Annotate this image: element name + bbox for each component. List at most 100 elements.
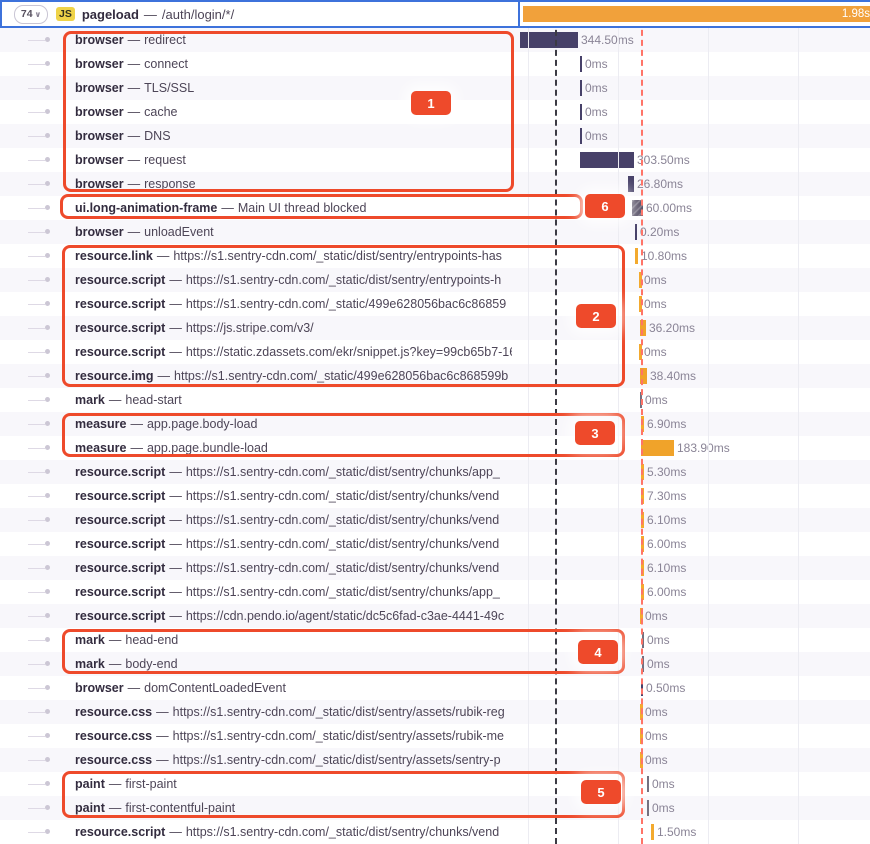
span-row[interactable]: resource.script—https://s1.sentry-cdn.co… bbox=[0, 556, 870, 580]
span-bar[interactable] bbox=[641, 464, 644, 480]
span-label: resource.css—https://s1.sentry-cdn.com/_… bbox=[0, 724, 512, 748]
span-canvas: 0ms bbox=[518, 748, 870, 772]
span-bar[interactable] bbox=[641, 536, 644, 552]
span-row[interactable]: ui.long-animation-frame—Main UI thread b… bbox=[0, 196, 870, 220]
span-row[interactable]: resource.script—https://s1.sentry-cdn.co… bbox=[0, 580, 870, 604]
tree-connector bbox=[28, 808, 45, 809]
span-row[interactable]: resource.script—https://s1.sentry-cdn.co… bbox=[0, 532, 870, 556]
span-bar[interactable] bbox=[580, 80, 582, 96]
span-row[interactable]: resource.script—https://s1.sentry-cdn.co… bbox=[0, 460, 870, 484]
span-duration: 0ms bbox=[645, 388, 668, 412]
span-row[interactable]: browser—domContentLoadedEvent0.50ms bbox=[0, 676, 870, 700]
tree-node-dot bbox=[45, 589, 50, 594]
span-label: resource.script—https://s1.sentry-cdn.co… bbox=[0, 268, 512, 292]
separator-dash: — bbox=[169, 537, 182, 551]
span-canvas: 5.30ms bbox=[518, 460, 870, 484]
span-row[interactable]: browser—unloadEvent0.20ms bbox=[0, 220, 870, 244]
span-bar[interactable] bbox=[647, 800, 649, 816]
span-row[interactable]: resource.css—https://s1.sentry-cdn.com/_… bbox=[0, 724, 870, 748]
tree-node-dot bbox=[45, 637, 50, 642]
span-row[interactable]: resource.css—https://s1.sentry-cdn.com/_… bbox=[0, 748, 870, 772]
span-bar[interactable] bbox=[640, 728, 643, 744]
span-row[interactable]: paint—first-contentful-paint 0ms bbox=[0, 796, 870, 820]
span-canvas: 0ms bbox=[518, 796, 870, 820]
span-row[interactable]: mark—head-end0ms bbox=[0, 628, 870, 652]
span-bar[interactable] bbox=[635, 248, 638, 264]
tree-node-dot bbox=[45, 709, 50, 714]
span-description: https://s1.sentry-cdn.com/_static/dist/s… bbox=[186, 585, 500, 599]
span-row[interactable]: resource.script—https://s1.sentry-cdn.co… bbox=[0, 292, 870, 316]
span-bar[interactable] bbox=[639, 296, 642, 312]
span-bar[interactable] bbox=[640, 608, 643, 624]
span-row[interactable]: resource.script—https://s1.sentry-cdn.co… bbox=[0, 268, 870, 292]
span-bar[interactable] bbox=[641, 416, 644, 432]
span-row[interactable]: resource.css—https://s1.sentry-cdn.com/_… bbox=[0, 700, 870, 724]
span-bar[interactable] bbox=[640, 392, 642, 408]
span-bar[interactable] bbox=[642, 632, 644, 648]
span-bar[interactable] bbox=[632, 200, 643, 216]
span-row[interactable]: resource.script—https://s1.sentry-cdn.co… bbox=[0, 820, 870, 844]
span-bar[interactable] bbox=[640, 368, 647, 384]
span-canvas: 38.40ms bbox=[518, 364, 870, 388]
span-row[interactable]: measure—app.page.bundle-load183.90ms bbox=[0, 436, 870, 460]
span-bar[interactable] bbox=[641, 680, 643, 696]
span-bar[interactable] bbox=[580, 152, 634, 168]
span-row[interactable]: browser—cache0ms bbox=[0, 100, 870, 124]
span-label: mark—head-end bbox=[0, 628, 512, 652]
span-description: TLS/SSL bbox=[144, 81, 194, 95]
span-bar[interactable] bbox=[580, 104, 582, 120]
span-op: browser bbox=[75, 105, 124, 119]
span-bar[interactable] bbox=[651, 824, 654, 840]
expand-children-button[interactable]: 74 ∨ bbox=[14, 5, 48, 24]
span-description: https://s1.sentry-cdn.com/_static/dist/s… bbox=[186, 489, 499, 503]
span-label: paint—first-contentful-paint bbox=[0, 796, 512, 820]
root-span-bar[interactable]: 1.98s bbox=[523, 6, 870, 22]
span-row[interactable]: browser—redirect344.50ms bbox=[0, 28, 870, 52]
span-row[interactable]: paint—first-paint0ms bbox=[0, 772, 870, 796]
span-row[interactable]: browser—connect0ms bbox=[0, 52, 870, 76]
span-bar[interactable] bbox=[639, 344, 642, 360]
span-row[interactable]: measure—app.page.body-load6.90ms bbox=[0, 412, 870, 436]
tree-node-dot bbox=[45, 133, 50, 138]
span-bar[interactable] bbox=[642, 656, 644, 672]
span-bar[interactable] bbox=[641, 584, 644, 600]
span-duration: 6.10ms bbox=[647, 508, 686, 532]
span-row[interactable]: resource.img—https://s1.sentry-cdn.com/_… bbox=[0, 364, 870, 388]
span-bar[interactable] bbox=[639, 272, 642, 288]
span-bar[interactable] bbox=[640, 704, 643, 720]
span-duration: 0ms bbox=[645, 748, 668, 772]
span-row[interactable]: browser—response26.80ms bbox=[0, 172, 870, 196]
span-row[interactable]: resource.script—https://js.stripe.com/v3… bbox=[0, 316, 870, 340]
span-row[interactable]: resource.script—https://cdn.pendo.io/age… bbox=[0, 604, 870, 628]
span-bar[interactable] bbox=[580, 128, 582, 144]
span-row[interactable]: resource.script—https://s1.sentry-cdn.co… bbox=[0, 508, 870, 532]
span-label: measure—app.page.bundle-load bbox=[0, 436, 512, 460]
tree-node-dot bbox=[45, 733, 50, 738]
span-row[interactable]: browser—request303.50ms bbox=[0, 148, 870, 172]
tree-connector bbox=[28, 280, 45, 281]
span-bar[interactable] bbox=[640, 752, 643, 768]
span-row[interactable]: resource.script—https://s1.sentry-cdn.co… bbox=[0, 484, 870, 508]
span-row[interactable]: mark—body-end0ms bbox=[0, 652, 870, 676]
span-bar[interactable] bbox=[641, 560, 644, 576]
span-row[interactable]: browser—DNS0ms bbox=[0, 124, 870, 148]
span-row[interactable]: resource.link—https://s1.sentry-cdn.com/… bbox=[0, 244, 870, 268]
span-row[interactable]: resource.script—https://static.zdassets.… bbox=[0, 340, 870, 364]
span-bar[interactable] bbox=[647, 776, 649, 792]
span-bar[interactable] bbox=[580, 56, 582, 72]
tree-node-dot bbox=[45, 181, 50, 186]
span-label: mark—head-start bbox=[0, 388, 512, 412]
span-row[interactable]: browser—TLS/SSL0ms bbox=[0, 76, 870, 100]
span-duration: 0ms bbox=[652, 796, 675, 820]
span-bar[interactable] bbox=[641, 440, 674, 456]
span-bar[interactable] bbox=[641, 488, 644, 504]
span-row[interactable]: mark—head-start 0ms bbox=[0, 388, 870, 412]
span-bar[interactable] bbox=[628, 176, 634, 192]
span-label: browser—request bbox=[0, 148, 512, 172]
span-bar[interactable] bbox=[641, 512, 644, 528]
root-span-row[interactable]: 74 ∨ JS pageload — /auth/login/*/ 1.98s bbox=[0, 0, 870, 28]
span-bar[interactable] bbox=[520, 32, 578, 48]
span-bar[interactable] bbox=[635, 224, 637, 240]
span-canvas: 6.00ms bbox=[518, 532, 870, 556]
span-bar[interactable] bbox=[640, 320, 646, 336]
